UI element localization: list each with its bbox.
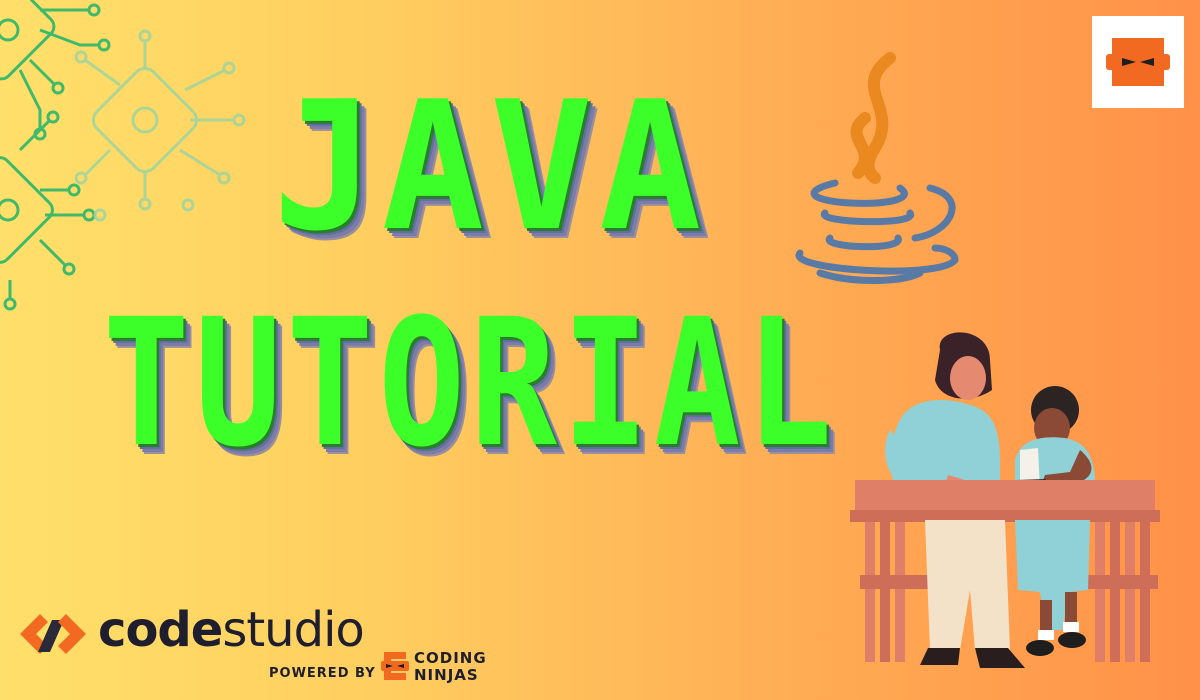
code-studio-logo-icon — [20, 614, 86, 654]
title-line-2: TUTORIAL — [102, 281, 838, 486]
coding-ninjas-wordmark: CODING NINJAS — [414, 650, 487, 684]
coding-ninjas-logo-icon — [1106, 38, 1170, 86]
teacher-student-illustration — [850, 332, 1160, 668]
banner: JAVA TUTORIAL codestudio POWERED BY CODI… — [0, 0, 1200, 700]
coding-ninjas-badge — [1092, 16, 1184, 108]
wordmark-studio: studio — [222, 602, 364, 658]
codestudio-branding: codestudio POWERED BY CODING NINJAS — [14, 606, 494, 686]
coding-ninjas-mini-logo-icon — [381, 652, 409, 680]
coding-ninjas-line-2: NINJAS — [414, 666, 479, 684]
java-logo-icon — [795, 52, 959, 284]
wordmark-code: code — [98, 602, 223, 658]
codestudio-wordmark: codestudio — [98, 606, 365, 654]
powered-by-label: POWERED BY — [269, 666, 376, 681]
coding-ninjas-line-1: CODING — [414, 649, 487, 667]
